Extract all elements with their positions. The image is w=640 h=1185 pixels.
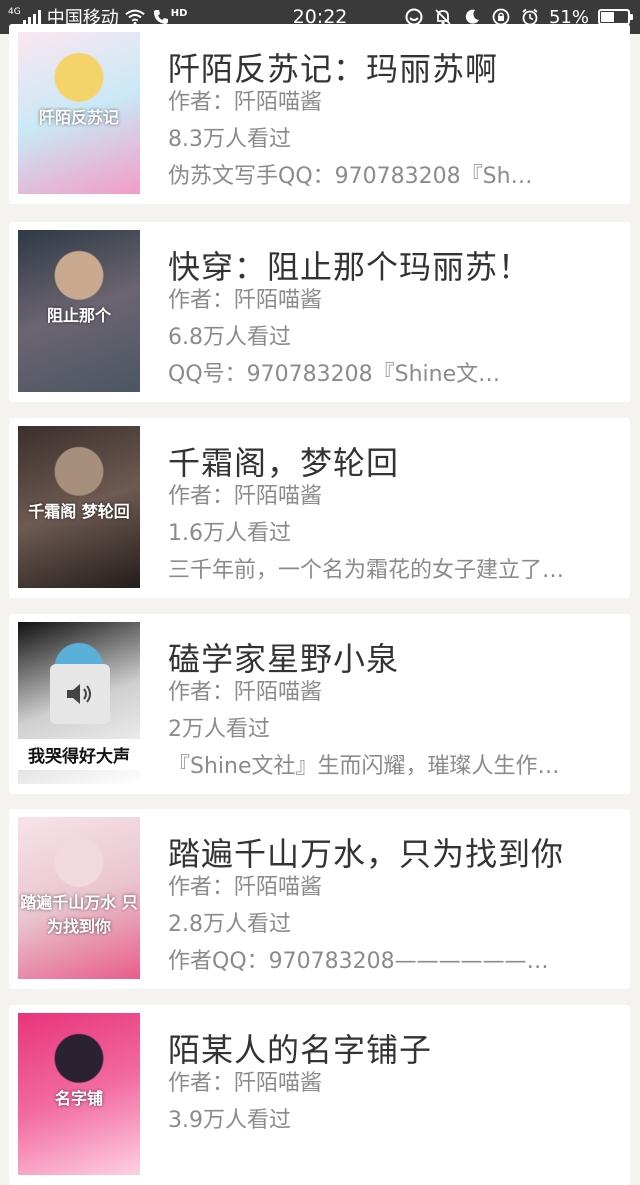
book-cover-image[interactable]: 名字铺 (18, 1013, 140, 1175)
book-cover-title: 千霜阁 梦轮回 (28, 502, 130, 521)
book-view-count: 8.3万人看过 (168, 127, 291, 152)
book-card[interactable]: 名字铺 陌某人的名字铺子 作者：阡陌喵酱 3.9万人看过 (9, 1005, 630, 1185)
hd-tag: HD (170, 7, 188, 19)
book-view-count: 6.8万人看过 (168, 325, 291, 350)
book-card[interactable]: 阻止那个 快穿：阻止那个玛丽苏！ 作者：阡陌喵酱 6.8万人看过 QQ号：9707832… (9, 222, 630, 402)
book-author: 作者：阡陌喵酱 (168, 90, 323, 115)
book-cover-title: 名字铺 (54, 1089, 103, 1108)
book-author: 作者：阡陌喵酱 (168, 680, 323, 705)
battery-icon (598, 9, 633, 25)
book-author: 作者：阡陌喵酱 (168, 1071, 323, 1096)
book-cover-image[interactable]: 阡陌反苏记 (18, 32, 140, 194)
network-type-tag: 4G (8, 6, 21, 17)
book-author: 作者：阡陌喵酱 (168, 484, 323, 509)
book-cover-title: 踏遍千山万水 只为找到你 (20, 893, 138, 936)
battery-fill (601, 12, 614, 22)
book-cover-image[interactable]: 千霜阁 梦轮回 (18, 426, 140, 588)
book-description: 『Shine文社』生而闪耀，璀璨人生作… (168, 754, 560, 779)
book-card[interactable]: 踏遍千山万水 只为找到你 踏遍千山万水，只为找到你 作者：阡陌喵酱 2.8万人看过 作者… (9, 809, 630, 989)
book-author: 作者：阡陌喵酱 (168, 288, 323, 313)
book-card[interactable]: 千霜阁 梦轮回 千霜阁，梦轮回 作者：阡陌喵酱 1.6万人看过 三千年前，一个名为霜花的… (9, 418, 630, 598)
book-cover-title: 我哭得好大声 (18, 739, 140, 770)
book-description: 作者QQ：970783208——————… (168, 949, 549, 974)
book-cover-title: 阡陌反苏记 (38, 108, 119, 127)
book-cover-image[interactable]: 阻止那个 (18, 230, 140, 392)
book-view-count: 3.9万人看过 (168, 1108, 291, 1133)
book-description: 伪苏文写手QQ：970783208『Sh… (168, 164, 533, 189)
book-cover-image[interactable]: 我哭得好大声 (18, 622, 140, 784)
book-view-count: 2.8万人看过 (168, 912, 291, 937)
book-cover-title: 阻止那个 (46, 306, 111, 325)
book-card[interactable]: 我哭得好大声 磕学家星野小泉 作者：阡陌喵酱 2万人看过 『Shine文社』生而闪耀，璀… (9, 614, 630, 794)
speaker-icon (50, 664, 110, 724)
book-card[interactable]: 阡陌反苏记 阡陌反苏记：玛丽苏啊 作者：阡陌喵酱 8.3万人看过 伪苏文写手QQ：970… (9, 24, 630, 204)
signal-icon (22, 9, 41, 25)
book-cover-image[interactable]: 踏遍千山万水 只为找到你 (18, 817, 140, 979)
book-view-count: 1.6万人看过 (168, 521, 291, 546)
book-author: 作者：阡陌喵酱 (168, 875, 323, 900)
book-description: 三千年前，一个名为霜花的女子建立了… (168, 558, 565, 583)
book-description: QQ号：970783208『Shine文… (168, 362, 501, 387)
book-view-count: 2万人看过 (168, 717, 270, 742)
